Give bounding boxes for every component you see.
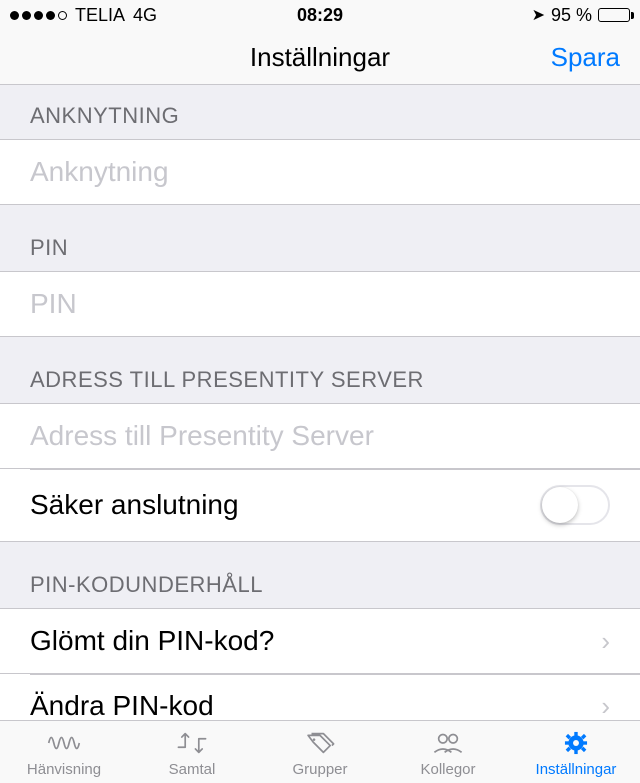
clock-label: 08:29 — [217, 5, 424, 26]
pin-input[interactable] — [30, 288, 610, 320]
tab-grupper[interactable]: Grupper — [256, 721, 384, 783]
anknytning-input[interactable] — [30, 156, 610, 188]
section-header-anknytning: ANKNYTNING — [0, 85, 640, 139]
people-icon — [431, 727, 465, 759]
status-bar: TELIA 4G 08:29 ➤ 95 % — [0, 0, 640, 30]
battery-icon — [598, 8, 630, 22]
tab-label: Kollegor — [420, 761, 475, 778]
tab-samtal[interactable]: Samtal — [128, 721, 256, 783]
tab-label: Grupper — [292, 761, 347, 778]
network-label: 4G — [133, 5, 157, 26]
signal-strength-icon — [10, 11, 67, 20]
tab-label: Inställningar — [536, 761, 617, 778]
settings-content[interactable]: ANKNYTNING PIN ADRESS TILL PRESENTITY SE… — [0, 85, 640, 720]
change-pin-cell[interactable]: Ändra PIN-kod › — [0, 673, 640, 720]
battery-pct-label: 95 % — [551, 5, 592, 26]
arrows-icon — [175, 727, 209, 759]
status-right: ➤ 95 % — [423, 5, 630, 26]
secure-connection-switch[interactable] — [540, 485, 610, 525]
forgot-pin-cell[interactable]: Glömt din PIN-kod? › — [0, 608, 640, 673]
section-header-pin-maint: PIN-KODUNDERHÅLL — [0, 542, 640, 608]
chevron-right-icon: › — [601, 626, 610, 657]
anknytning-cell[interactable] — [0, 139, 640, 205]
secure-connection-cell: Säker anslutning — [0, 468, 640, 542]
tab-label: Samtal — [169, 761, 216, 778]
section-header-server: ADRESS TILL PRESENTITY SERVER — [0, 337, 640, 403]
change-pin-label: Ändra PIN-kod — [30, 690, 214, 720]
server-address-input[interactable] — [30, 420, 610, 452]
save-button[interactable]: Spara — [551, 42, 620, 73]
tab-label: Hänvisning — [27, 761, 101, 778]
tags-icon — [303, 727, 337, 759]
tab-installningar[interactable]: Inställningar — [512, 721, 640, 783]
section-header-pin: PIN — [0, 205, 640, 271]
pin-cell[interactable] — [0, 271, 640, 337]
chevron-right-icon: › — [601, 691, 610, 721]
nav-bar: Inställningar Spara — [0, 30, 640, 85]
gear-icon — [559, 727, 593, 759]
carrier-label: TELIA — [75, 5, 125, 26]
secure-connection-label: Säker anslutning — [30, 489, 239, 521]
tab-hanvisning[interactable]: Hänvisning — [0, 721, 128, 783]
tab-kollegor[interactable]: Kollegor — [384, 721, 512, 783]
waveform-icon — [47, 727, 81, 759]
forgot-pin-label: Glömt din PIN-kod? — [30, 625, 274, 657]
tab-bar: Hänvisning Samtal Grupper Kollegor Instä… — [0, 720, 640, 783]
location-icon: ➤ — [532, 5, 545, 25]
server-address-cell[interactable] — [0, 403, 640, 468]
status-left: TELIA 4G — [10, 5, 217, 26]
page-title: Inställningar — [250, 42, 390, 73]
